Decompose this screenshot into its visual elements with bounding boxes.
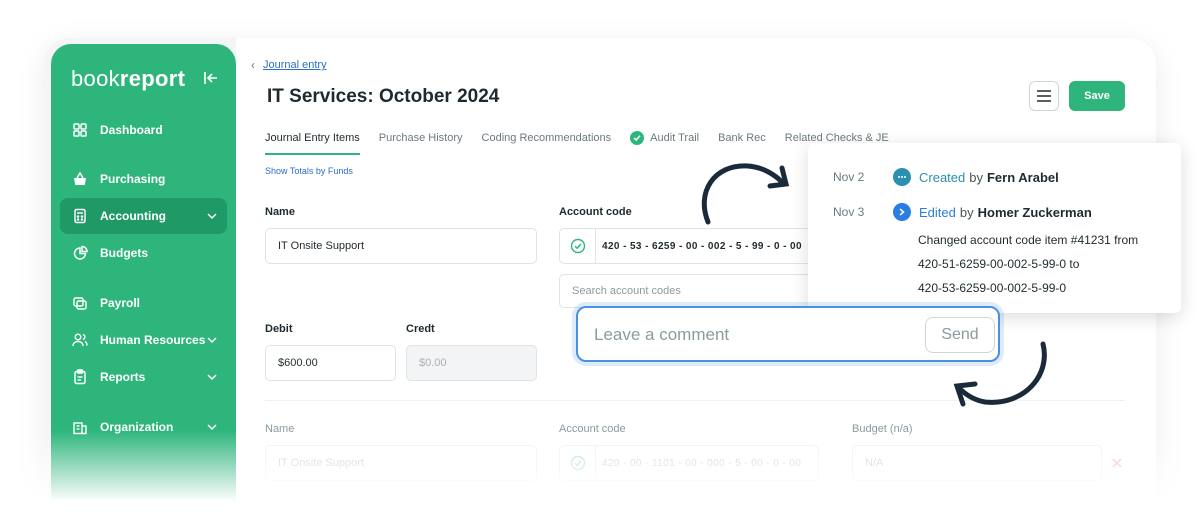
sidebar-item-budgets[interactable]: Budgets — [60, 235, 227, 271]
sidebar-item-accounting[interactable]: Accounting — [60, 198, 227, 234]
collapse-sidebar-icon[interactable] — [203, 70, 219, 86]
audit-date: Nov 3 — [833, 205, 865, 219]
account-code-field[interactable]: 420 - 00 - 1101 - 00 - 000 - 5 - 00 - 0 … — [559, 445, 819, 481]
tab-journal-entry-items[interactable]: Journal Entry Items — [265, 131, 360, 155]
breadcrumb: ‹ Journal entry — [251, 58, 327, 72]
audit-action: Created — [919, 169, 966, 185]
tab-label: Coding Recommendations — [481, 132, 612, 144]
sidebar: bookreport Dashboard Purchasing Accounti… — [51, 44, 236, 520]
comment-input[interactable] — [594, 322, 894, 348]
shopping-basket-icon — [74, 171, 86, 185]
sidebar-item-label: Organization — [100, 420, 174, 434]
audit-by: by — [959, 204, 974, 220]
debit-value: $600.00 — [278, 357, 318, 369]
audit-detail: Changed account code item #41231 from 42… — [918, 228, 1173, 300]
check-circle-icon — [560, 229, 596, 263]
tab-label: Purchase History — [378, 132, 463, 144]
credit-value: $0.00 — [419, 357, 447, 369]
audit-detail-line: 420-51-6259-00-002-5-99-0 to — [918, 257, 1080, 271]
name-label: Name — [265, 423, 295, 435]
name-label: Name — [265, 206, 295, 218]
chevron-right-icon — [893, 203, 911, 221]
save-button[interactable]: Save — [1069, 81, 1125, 111]
audit-action: Edited — [919, 204, 956, 220]
sidebar-item-label: Accounting — [100, 209, 166, 223]
menu-button[interactable] — [1029, 81, 1059, 111]
chevron-down-icon — [207, 337, 217, 344]
sidebar-item-human-resources[interactable]: Human Resources — [60, 322, 227, 358]
name-field[interactable]: IT Onsite Support — [265, 228, 537, 264]
chevron-left-icon[interactable]: ‹ — [251, 58, 255, 72]
sidebar-item-label: Budgets — [100, 246, 148, 260]
name-value: IT Onsite Support — [278, 240, 365, 252]
show-totals-link[interactable]: Show Totals by Funds — [265, 166, 353, 176]
audit-trail-popover: Nov 2 Created by Fern Arabel Nov 3 Edite… — [808, 143, 1181, 313]
tab-label: Bank Rec — [718, 132, 766, 144]
hamburger-icon — [1037, 90, 1051, 102]
check-circle-icon — [630, 131, 645, 145]
debit-label: Debit — [265, 323, 293, 335]
breadcrumb-link-journal-entry[interactable]: Journal entry — [263, 59, 327, 71]
sidebar-item-purchasing[interactable]: Purchasing — [60, 161, 227, 197]
close-icon[interactable] — [1112, 458, 1122, 468]
check-circle-icon — [560, 446, 596, 480]
credit-label: Credt — [406, 323, 435, 335]
sidebar-item-label: Human Resources — [100, 333, 206, 347]
tab-label: Journal Entry Items — [265, 132, 360, 144]
budget-label: Budget (n/a) — [852, 423, 913, 435]
clipboard-icon — [74, 369, 86, 385]
account-code-value: 420 - 00 - 1101 - 00 - 000 - 5 - 00 - 0 … — [602, 457, 802, 469]
tab-coding-recommendations[interactable]: Coding Recommendations — [482, 131, 612, 155]
account-code-value: 420 - 53 - 6259 - 00 - 002 - 5 - 99 - 0 … — [602, 240, 802, 252]
credit-field: $0.00 — [406, 345, 537, 381]
audit-by: by — [969, 169, 983, 185]
audit-user: Fern Arabel — [986, 169, 1059, 185]
building-icon — [73, 422, 87, 435]
send-button[interactable]: Send — [925, 317, 995, 353]
budget-field: N/A — [852, 445, 1102, 481]
pie-chart-icon — [73, 245, 88, 260]
logo: bookreport — [71, 66, 186, 91]
sidebar-item-dashboard[interactable]: Dashboard — [60, 112, 227, 148]
chevron-down-icon — [207, 374, 217, 381]
audit-entry: Nov 2 Created by Fern Arabel — [833, 168, 1059, 186]
chevron-down-icon — [207, 424, 217, 431]
grid-icon — [73, 123, 87, 137]
calculator-icon — [74, 208, 86, 224]
budget-value: N/A — [865, 457, 884, 469]
audit-user: Homer Zuckerman — [977, 204, 1092, 220]
sidebar-item-reports[interactable]: Reports — [60, 359, 227, 395]
audit-detail-line: Changed account code item #41231 from — [918, 233, 1139, 247]
sidebar-item-label: Payroll — [100, 296, 141, 310]
chevron-down-icon — [207, 213, 217, 220]
sidebar-item-label: Purchasing — [100, 172, 166, 186]
sidebar-item-label: Reports — [100, 370, 146, 384]
comment-box: Send — [576, 306, 1000, 362]
coins-icon — [73, 297, 87, 310]
tab-label: Audit Trail — [650, 132, 700, 144]
name-value: IT Onsite Support — [278, 457, 365, 469]
name-field[interactable]: IT Onsite Support — [265, 445, 537, 481]
account-code-label: Account code — [559, 206, 632, 218]
search-account-codes-input[interactable]: Search account codes — [559, 274, 819, 308]
sidebar-item-label: Dashboard — [100, 123, 163, 137]
more-icon — [893, 168, 911, 186]
search-placeholder: Search account codes — [572, 285, 681, 297]
audit-detail-line: 420-53-6259-00-002-5-99-0 — [918, 281, 1067, 295]
page-title: IT Services: October 2024 — [267, 86, 500, 107]
account-code-field[interactable]: 420 - 53 - 6259 - 00 - 002 - 5 - 99 - 0 … — [559, 228, 819, 264]
account-code-label: Account code — [559, 423, 626, 435]
tab-purchase-history[interactable]: Purchase History — [379, 131, 463, 155]
tab-audit-trail[interactable]: Audit Trail — [630, 131, 699, 155]
sidebar-item-payroll[interactable]: Payroll — [60, 285, 227, 321]
curved-arrow-icon — [701, 163, 790, 225]
audit-date: Nov 2 — [833, 170, 865, 184]
audit-entry: Nov 3 Edited by Homer Zuckerman — [833, 203, 1092, 221]
sidebar-item-organization[interactable]: Organization — [60, 409, 227, 445]
debit-field[interactable]: $600.00 — [265, 345, 396, 381]
users-icon — [72, 333, 88, 347]
